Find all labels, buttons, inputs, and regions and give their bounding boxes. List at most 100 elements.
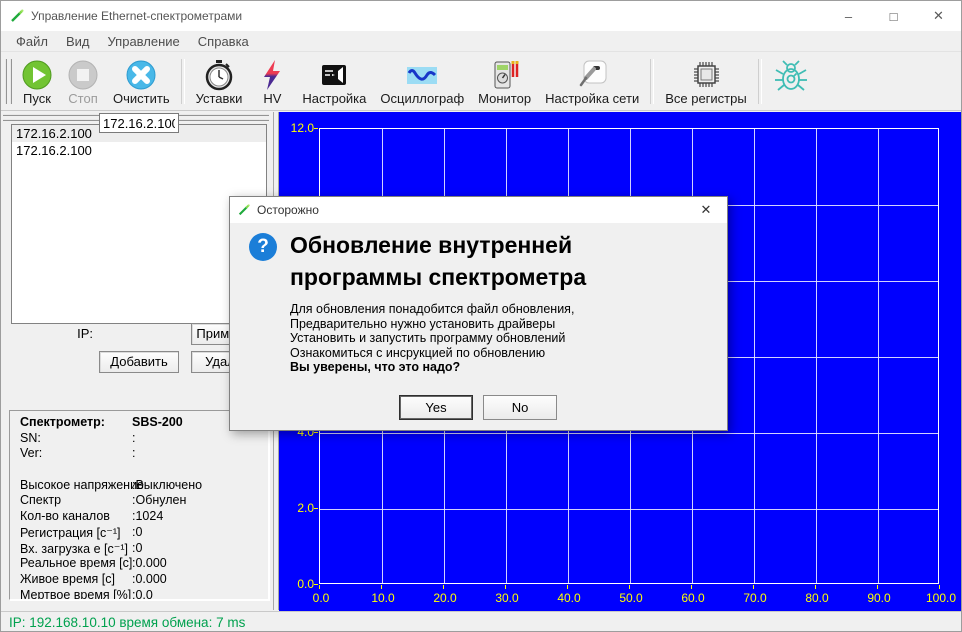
info-row: Реальное время [с]:0.000 [20,556,268,572]
info-row: Спектр:Обнулен [20,493,268,509]
y-tick-label: 0.0 [280,577,314,591]
x-tick-label: 50.0 [619,591,642,605]
info-label: SN: [20,431,130,445]
x-tick-label: 60.0 [681,591,704,605]
ip-input[interactable] [99,113,179,133]
toolbar-button-multimeter[interactable]: Монитор [471,55,538,108]
dialog-close-icon[interactable]: ✕ [685,197,727,223]
toolbar-separator [181,59,185,104]
toolbar-button-label: Настройка сети [545,91,639,106]
y-tick [314,432,318,433]
info-row: Высокое напряжение:Выключено [20,478,268,494]
toolbar-button-screwdriver[interactable]: Настройка сети [538,55,646,108]
x-tick-label: 10.0 [371,591,394,605]
x-tick [877,585,878,589]
y-tick [314,584,318,585]
info-label: Мертвое время [%] [20,588,130,600]
oscilloscope-icon [405,59,439,91]
toolbar-button-stopwatch[interactable]: Уставки [189,55,250,108]
info-value: : [132,431,135,445]
toolbar-button-label: Все регистры [665,91,747,106]
info-label: Реальное время [с] [20,556,130,570]
lightning-icon [256,59,288,91]
menu-item[interactable]: Файл [7,32,57,51]
toolbar-button-label: Уставки [196,91,243,106]
y-tick [314,128,318,129]
menu-bar: ФайлВидУправлениеСправка [1,31,961,52]
y-tick-label: 12.0 [280,121,314,135]
gridline [754,129,755,583]
close-button[interactable]: ✕ [916,1,961,31]
status-bar: IP: 192.168.10.10 время обмена: 7 ms [1,611,961,632]
toolbar-separator [758,59,762,104]
toolbar-button-debug-bug[interactable] [766,55,816,108]
info-value: : [132,446,135,460]
menu-item[interactable]: Вид [57,32,99,51]
yes-button[interactable]: Yes [399,395,473,420]
play-icon [21,59,53,91]
info-value: :0.000 [132,556,167,570]
toolbar-button-lightning[interactable]: HV [249,55,295,108]
info-value: :0.000 [132,572,167,586]
x-tick-label: 100.0 [926,591,956,605]
multimeter-icon [489,59,521,91]
info-value: :0.0 [132,588,153,600]
info-label: Спектр [20,493,130,507]
info-row: Ver:: [20,446,268,462]
dialog-heading: Обновление внутренней программы спектром… [290,229,700,293]
toolbar-button-label: Очистить [113,91,170,106]
toolbar-button-oscilloscope[interactable]: Осциллограф [373,55,471,108]
info-row: Кол-во каналов:1024 [20,509,268,525]
title-bar: Управление Ethernet-спектрометрами – □ ✕ [1,1,961,31]
info-value: :0 [132,525,142,539]
menu-item[interactable]: Управление [99,32,189,51]
stopwatch-icon [203,59,235,91]
gridline [320,433,938,434]
toolbar-button-settings-panel[interactable]: Настройка [295,55,373,108]
stop-icon [67,59,99,91]
info-row: SN:: [20,431,268,447]
x-tick [691,585,692,589]
menu-item[interactable]: Справка [189,32,258,51]
no-button[interactable]: No [483,395,557,420]
toolbar-grip[interactable] [5,59,12,104]
debug-bug-icon [773,59,809,91]
toolbar-button-clear[interactable]: Очистить [106,55,177,108]
x-tick [815,585,816,589]
toolbar-button-chip[interactable]: Все регистры [658,55,754,108]
info-value: :1024 [132,509,163,523]
toolbar-button-stop: Стоп [60,55,106,108]
dialog-title-bar: Осторожно ✕ [230,197,727,223]
toolbar-button-play[interactable]: Пуск [14,55,60,108]
toolbar-separator [650,59,654,104]
info-value: SBS-200 [132,415,183,429]
add-button[interactable]: Добавить [99,351,179,373]
gridline [816,129,817,583]
chip-icon [689,59,723,91]
dialog-question: Вы уверены, что это надо? [290,360,710,375]
info-value: :Обнулен [132,493,186,507]
screwdriver-icon [576,59,608,91]
clear-icon [125,59,157,91]
toolbar-button-label: HV [263,91,281,106]
dialog-line: Предварительно нужно установить драйверы [290,317,710,332]
toolbar-button-label: Настройка [302,91,366,106]
toolbar: ПускСтоп Очистить Уставки HV Настройка Осцилл… [1,53,961,111]
window-title: Управление Ethernet-спектрометрами [31,9,242,23]
x-tick-label: 20.0 [433,591,456,605]
list-item[interactable]: 172.16.2.100 [12,142,266,159]
x-tick [753,585,754,589]
magic-wand-icon [9,8,25,24]
minimize-button[interactable]: – [826,1,871,31]
x-tick-label: 30.0 [495,591,518,605]
app-window: Управление Ethernet-спектрометрами – □ ✕… [0,0,962,632]
x-tick-label: 90.0 [867,591,890,605]
maximize-button[interactable]: □ [871,1,916,31]
x-tick [505,585,506,589]
info-label [20,462,130,476]
x-tick-label: 80.0 [805,591,828,605]
info-label: Ver: [20,446,130,460]
info-row: Живое время [с]:0.000 [20,572,268,588]
dialog-body-text: Для обновления понадобится файл обновлен… [290,302,710,375]
info-label: Спектрометр: [20,415,130,429]
